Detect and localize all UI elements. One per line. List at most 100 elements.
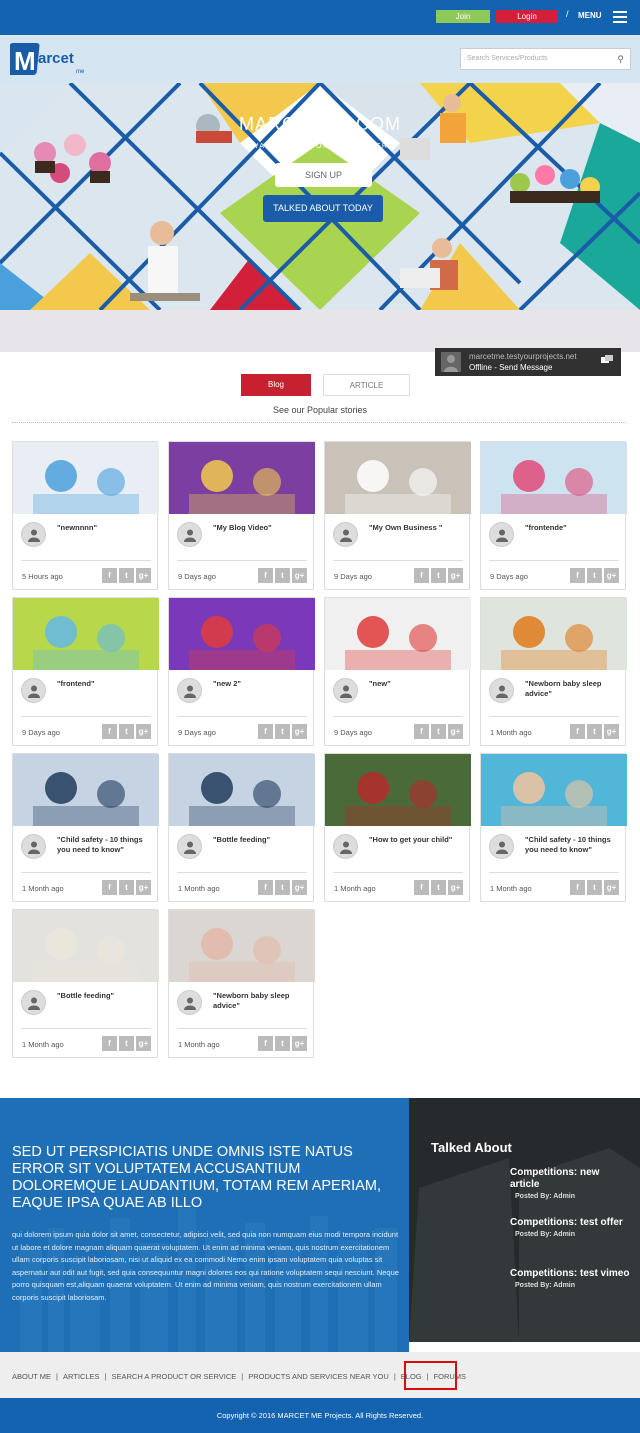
story-card[interactable]: "newnnnn" 5 Hours ago f t g+ xyxy=(12,441,159,590)
footer-link-articles[interactable]: ARTICLES xyxy=(63,1372,100,1381)
google-plus-icon[interactable]: g+ xyxy=(604,724,619,739)
chat-bubble-icon[interactable] xyxy=(601,355,613,367)
twitter-icon[interactable]: t xyxy=(119,568,134,583)
google-plus-icon[interactable]: g+ xyxy=(136,724,151,739)
twitter-icon[interactable]: t xyxy=(275,724,290,739)
twitter-icon[interactable]: t xyxy=(119,880,134,895)
story-thumbnail[interactable] xyxy=(169,442,315,514)
story-card[interactable]: "Newborn baby sleep advice" 1 Month ago f t… xyxy=(480,597,627,746)
story-card[interactable]: "How to get your child" 1 Month ago f t g+ xyxy=(324,753,471,902)
facebook-icon[interactable]: f xyxy=(102,724,117,739)
story-title[interactable]: "Child safety - 10 things you need to kn… xyxy=(57,835,153,855)
twitter-icon[interactable]: t xyxy=(275,880,290,895)
google-plus-icon[interactable]: g+ xyxy=(448,568,463,583)
story-card[interactable]: "Bottle feeding" 1 Month ago f t g+ xyxy=(12,909,159,1058)
story-title[interactable]: "Child safety - 10 things you need to kn… xyxy=(525,835,621,855)
twitter-icon[interactable]: t xyxy=(587,568,602,583)
story-thumbnail[interactable] xyxy=(325,754,471,826)
google-plus-icon[interactable]: g+ xyxy=(292,1036,307,1051)
google-plus-icon[interactable]: g+ xyxy=(604,568,619,583)
story-card[interactable]: "frontend" 9 Days ago f t g+ xyxy=(12,597,159,746)
story-title[interactable]: "frontende" xyxy=(525,523,621,533)
facebook-icon[interactable]: f xyxy=(570,880,585,895)
story-thumbnail[interactable] xyxy=(13,754,159,826)
story-card[interactable]: "My Own Business " 9 Days ago f t g+ xyxy=(324,441,471,590)
twitter-icon[interactable]: t xyxy=(431,880,446,895)
talked-item[interactable]: Competitions: new article Posted By: Adm… xyxy=(510,1167,630,1200)
story-title[interactable]: "Newborn baby sleep advice" xyxy=(525,679,621,699)
story-thumbnail[interactable] xyxy=(481,442,627,514)
story-thumbnail[interactable] xyxy=(169,598,315,670)
facebook-icon[interactable]: f xyxy=(414,880,429,895)
talked-item-title[interactable]: Competitions: test offer xyxy=(510,1217,630,1229)
talked-item[interactable]: Competitions: test vimeo Posted By: Admi… xyxy=(510,1268,630,1289)
twitter-icon[interactable]: t xyxy=(587,880,602,895)
facebook-icon[interactable]: f xyxy=(414,724,429,739)
story-title[interactable]: "frontend" xyxy=(57,679,153,689)
talked-about-today-button[interactable]: TALKED ABOUT TODAY xyxy=(263,195,383,222)
story-thumbnail[interactable] xyxy=(325,442,471,514)
google-plus-icon[interactable]: g+ xyxy=(448,880,463,895)
google-plus-icon[interactable]: g+ xyxy=(136,880,151,895)
join-button[interactable]: Join xyxy=(436,10,490,23)
google-plus-icon[interactable]: g+ xyxy=(136,568,151,583)
facebook-icon[interactable]: f xyxy=(258,724,273,739)
footer-link-search-a-product-or-service[interactable]: SEARCH A PRODUCT OR SERVICE xyxy=(112,1372,237,1381)
facebook-icon[interactable]: f xyxy=(570,724,585,739)
story-title[interactable]: "My Blog Video" xyxy=(213,523,309,533)
story-thumbnail[interactable] xyxy=(325,598,471,670)
twitter-icon[interactable]: t xyxy=(431,724,446,739)
story-card[interactable]: "My Blog Video" 9 Days ago f t g+ xyxy=(168,441,315,590)
facebook-icon[interactable]: f xyxy=(258,568,273,583)
facebook-icon[interactable]: f xyxy=(102,568,117,583)
twitter-icon[interactable]: t xyxy=(275,568,290,583)
story-title[interactable]: "newnnnn" xyxy=(57,523,153,533)
menu-label[interactable]: MENU xyxy=(578,11,602,20)
facebook-icon[interactable]: f xyxy=(102,880,117,895)
facebook-icon[interactable]: f xyxy=(570,568,585,583)
story-thumbnail[interactable] xyxy=(169,910,315,982)
story-card[interactable]: "frontende" 9 Days ago f t g+ xyxy=(480,441,627,590)
story-card[interactable]: "new" 9 Days ago f t g+ xyxy=(324,597,471,746)
story-thumbnail[interactable] xyxy=(481,754,627,826)
search-icon[interactable]: ⚲ xyxy=(617,54,624,65)
twitter-icon[interactable]: t xyxy=(275,1036,290,1051)
footer-link-products-and-services-near-you[interactable]: PRODUCTS AND SERVICES NEAR YOU xyxy=(248,1372,389,1381)
story-title[interactable]: "Newborn baby sleep advice" xyxy=(213,991,309,1011)
twitter-icon[interactable]: t xyxy=(431,568,446,583)
story-title[interactable]: "new" xyxy=(369,679,465,689)
story-thumbnail[interactable] xyxy=(13,598,159,670)
tab-article[interactable]: ARTICLE xyxy=(323,374,410,396)
login-button[interactable]: Login xyxy=(496,10,558,23)
facebook-icon[interactable]: f xyxy=(102,1036,117,1051)
story-title[interactable]: "new 2" xyxy=(213,679,309,689)
facebook-icon[interactable]: f xyxy=(258,880,273,895)
google-plus-icon[interactable]: g+ xyxy=(292,724,307,739)
talked-item-title[interactable]: Competitions: new article xyxy=(510,1167,630,1191)
footer-link-about-me[interactable]: ABOUT ME xyxy=(12,1372,51,1381)
google-plus-icon[interactable]: g+ xyxy=(292,568,307,583)
story-thumbnail[interactable] xyxy=(13,910,159,982)
story-card[interactable]: "Child safety - 10 things you need to kn… xyxy=(12,753,159,902)
google-plus-icon[interactable]: g+ xyxy=(136,1036,151,1051)
talked-item-title[interactable]: Competitions: test vimeo xyxy=(510,1268,630,1280)
twitter-icon[interactable]: t xyxy=(119,724,134,739)
tab-blog[interactable]: Blog xyxy=(241,374,311,396)
talked-item[interactable]: Competitions: test offer Posted By: Admi… xyxy=(510,1217,630,1238)
hamburger-icon[interactable] xyxy=(613,11,627,23)
facebook-icon[interactable]: f xyxy=(414,568,429,583)
twitter-icon[interactable]: t xyxy=(119,1036,134,1051)
signup-button[interactable]: SIGN UP xyxy=(275,163,372,187)
facebook-icon[interactable]: f xyxy=(258,1036,273,1051)
google-plus-icon[interactable]: g+ xyxy=(448,724,463,739)
twitter-icon[interactable]: t xyxy=(587,724,602,739)
story-thumbnail[interactable] xyxy=(169,754,315,826)
story-card[interactable]: "Newborn baby sleep advice" 1 Month ago f t… xyxy=(168,909,315,1058)
story-title[interactable]: "Bottle feeding" xyxy=(57,991,153,1001)
story-title[interactable]: "My Own Business " xyxy=(369,523,465,533)
story-card[interactable]: "Bottle feeding" 1 Month ago f t g+ xyxy=(168,753,315,902)
story-thumbnail[interactable] xyxy=(481,598,627,670)
search-input[interactable]: Search Services/Products ⚲ xyxy=(460,48,631,70)
story-title[interactable]: "How to get your child" xyxy=(369,835,465,845)
story-title[interactable]: "Bottle feeding" xyxy=(213,835,309,845)
